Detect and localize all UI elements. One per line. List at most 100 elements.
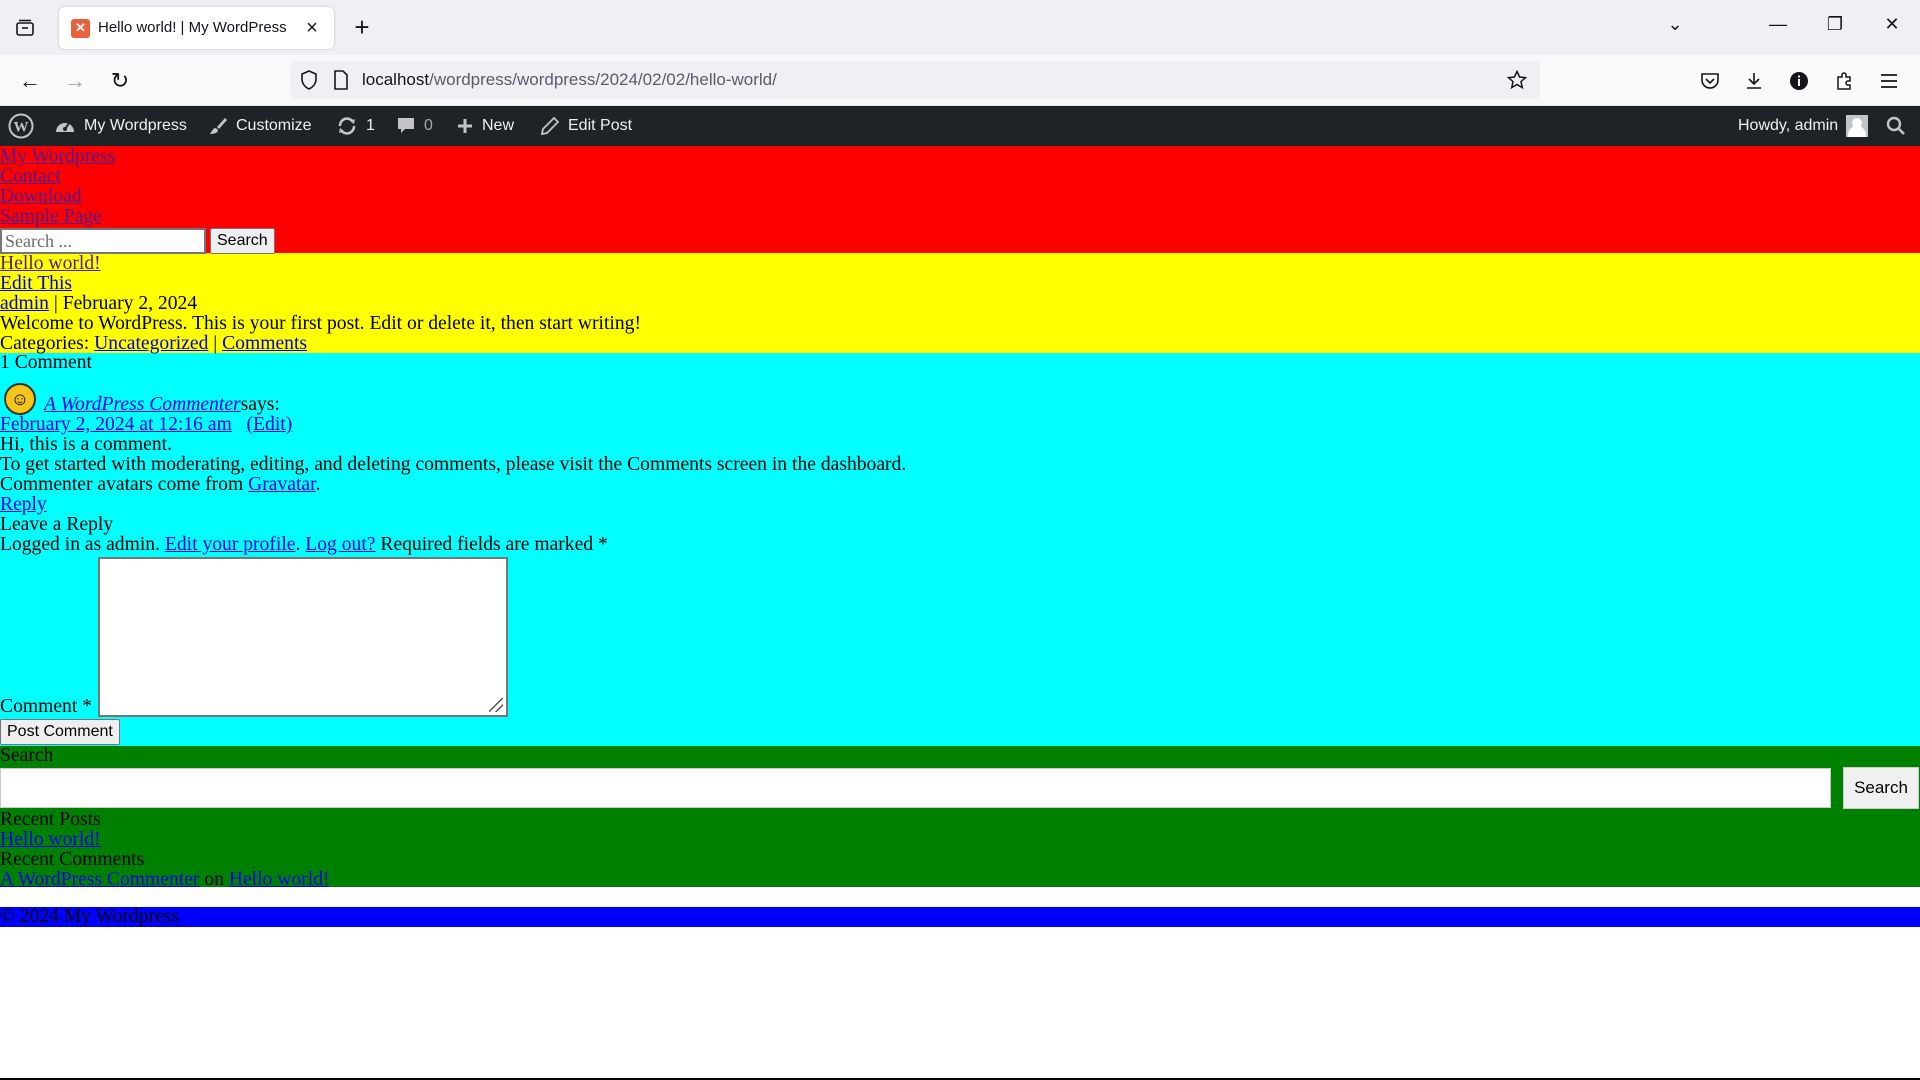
edit-profile-link[interactable]: Edit your profile bbox=[165, 534, 296, 555]
comment-label: Comment * bbox=[0, 696, 92, 717]
restore-icon[interactable]: ❐ bbox=[1820, 14, 1850, 34]
url-path: /wordpress/wordpress/2024/02/02/hello-wo… bbox=[429, 70, 777, 89]
categories-label: Categories: bbox=[0, 333, 95, 354]
recent-posts-title: Recent Posts bbox=[0, 809, 101, 830]
sidebar-search-input[interactable] bbox=[0, 768, 1831, 808]
resize-handle-icon[interactable] bbox=[488, 698, 503, 712]
active-tab[interactable]: ✕ Hello world! | My WordPress × bbox=[59, 7, 334, 49]
logged-in-prefix: Logged in as admin. bbox=[0, 534, 165, 555]
updates-icon bbox=[338, 117, 356, 135]
browser-nav-bar: ← → ↻ localhost/wordpress/wordpress/2024… bbox=[0, 55, 1920, 106]
url-bar[interactable]: localhost/wordpress/wordpress/2024/02/02… bbox=[290, 61, 1540, 99]
on-label: on bbox=[199, 869, 229, 890]
paintbrush-icon bbox=[210, 118, 227, 134]
new-content-menu[interactable]: New bbox=[456, 106, 514, 146]
wp-admin-bar: W My Wordpress Customize 1 0 New Edit Po… bbox=[0, 106, 1920, 146]
page-icon[interactable] bbox=[328, 67, 354, 93]
howdy-label: Howdy, admin bbox=[1738, 117, 1839, 134]
site-header: My Wordpress Contact Download Sample Pag… bbox=[0, 146, 1920, 254]
customize-link[interactable]: Customize bbox=[208, 106, 312, 146]
nav-link-contact[interactable]: Contact bbox=[0, 167, 1920, 187]
post-author-link[interactable]: admin bbox=[0, 293, 49, 314]
url-text[interactable]: localhost/wordpress/wordpress/2024/02/02… bbox=[362, 70, 777, 90]
post-categories: Categories: Uncategorized | Comments bbox=[0, 334, 1920, 354]
shield-icon[interactable] bbox=[296, 67, 322, 93]
nav-link-download[interactable]: Download bbox=[0, 187, 1920, 207]
account-menu[interactable]: Howdy, admin bbox=[1738, 106, 1869, 146]
download-icon[interactable] bbox=[1740, 67, 1768, 95]
edit-this-link[interactable]: Edit This bbox=[0, 274, 1920, 294]
header-search-form: Search ... Search bbox=[0, 228, 1920, 254]
updates-count: 1 bbox=[366, 117, 375, 134]
post-article: Hello world! Edit This admin | February … bbox=[0, 253, 1920, 354]
site-footer: © 2024 My Wordpress bbox=[0, 907, 1920, 927]
recent-comments-title: Recent Comments bbox=[0, 849, 145, 870]
site-name-menu[interactable]: My Wordpress bbox=[54, 106, 187, 146]
commenter-avatar: ☺ bbox=[4, 383, 36, 415]
comments-title: 1 Comment bbox=[0, 352, 92, 373]
info-icon[interactable] bbox=[1785, 67, 1813, 95]
post-title[interactable]: Hello world! bbox=[0, 254, 1920, 274]
comments-count: 0 bbox=[424, 117, 433, 134]
comment-date-link[interactable]: February 2, 2024 at 12:16 am bbox=[0, 414, 232, 435]
sidebar-search-button[interactable]: Search bbox=[1843, 767, 1919, 809]
updates-link[interactable]: 1 bbox=[336, 106, 375, 146]
log-out-link[interactable]: Log out? bbox=[305, 534, 375, 555]
post-date: | February 2, 2024 bbox=[48, 293, 198, 314]
sidebar-widgets: Search Search Recent Posts Hello world! … bbox=[0, 745, 1920, 890]
edit-post-label: Edit Post bbox=[568, 117, 633, 134]
new-label: New bbox=[482, 117, 515, 134]
sidebar-search-form: Search bbox=[0, 766, 1920, 810]
comment-author-link[interactable]: A WordPress Commenter bbox=[44, 395, 241, 415]
post-comment-button[interactable]: Post Comment bbox=[0, 719, 120, 745]
menu-icon[interactable] bbox=[1875, 67, 1903, 95]
category-link[interactable]: Uncategorized bbox=[94, 333, 208, 354]
new-tab-button[interactable]: + bbox=[348, 13, 376, 41]
reload-icon[interactable]: ↻ bbox=[105, 67, 135, 95]
pocket-icon[interactable] bbox=[1696, 67, 1724, 95]
header-search-input[interactable]: Search ... bbox=[0, 228, 206, 254]
bookmark-star-icon[interactable] bbox=[1504, 67, 1530, 93]
recent-comment-post-link[interactable]: Hello world! bbox=[229, 869, 330, 890]
url-host: localhost bbox=[362, 70, 430, 89]
svg-text:W: W bbox=[14, 120, 29, 136]
comment-meta: February 2, 2024 at 12:16 am (Edit) bbox=[0, 415, 1920, 435]
comment-text-2: To get started with moderating, editing,… bbox=[0, 454, 907, 475]
header-search-button[interactable]: Search bbox=[210, 228, 275, 254]
wordpress-logo-icon[interactable]: W bbox=[8, 106, 34, 146]
close-window-icon[interactable]: ✕ bbox=[1877, 14, 1907, 34]
tab-title: Hello world! | My WordPress bbox=[98, 19, 287, 36]
minimize-icon[interactable]: — bbox=[1763, 14, 1793, 34]
forward-icon[interactable]: → bbox=[60, 67, 90, 95]
comment-edit-link[interactable]: (Edit) bbox=[247, 414, 293, 435]
admin-search-icon[interactable] bbox=[1886, 106, 1906, 146]
recent-comment-author-link[interactable]: A WordPress Commenter bbox=[0, 869, 199, 890]
customize-label: Customize bbox=[236, 117, 312, 134]
edit-post-link[interactable]: Edit Post bbox=[540, 106, 632, 146]
dot-separator: . bbox=[295, 534, 306, 555]
dashboard-icon bbox=[56, 122, 74, 132]
gravatar-link[interactable]: Gravatar bbox=[248, 474, 315, 495]
post-meta: admin | February 2, 2024 bbox=[0, 294, 1920, 314]
list-all-tabs-icon[interactable]: ⌄ bbox=[1660, 14, 1690, 34]
nav-link-home[interactable]: My Wordpress bbox=[0, 147, 1920, 167]
sidebar-search-label: Search bbox=[0, 745, 54, 766]
extensions-icon[interactable] bbox=[1830, 67, 1858, 95]
back-icon[interactable]: ← bbox=[15, 67, 45, 95]
nav-link-sample-page[interactable]: Sample Page bbox=[0, 207, 1920, 227]
comments-link[interactable]: 0 bbox=[396, 106, 433, 146]
comment-author-row: ☺ A WordPress Commenter says: bbox=[0, 373, 1920, 415]
post-comment-row: Post Comment bbox=[0, 719, 1920, 745]
post-content: Welcome to WordPress. This is your first… bbox=[0, 313, 641, 334]
comment-text-3: Commenter avatars come from Gravatar. bbox=[0, 475, 1920, 495]
separator: | bbox=[208, 333, 223, 354]
close-tab-icon[interactable]: × bbox=[302, 18, 322, 38]
comments-anchor-link[interactable]: Comments bbox=[222, 333, 307, 354]
reply-link[interactable]: Reply bbox=[0, 495, 1920, 515]
logged-in-notice: Logged in as admin. Edit your profile. L… bbox=[0, 535, 1920, 555]
tab-list-icon[interactable] bbox=[10, 15, 40, 41]
comments-section: 1 Comment ☺ A WordPress Commenter says: … bbox=[0, 353, 1920, 746]
comment-textarea[interactable] bbox=[97, 557, 508, 717]
recent-post-link[interactable]: Hello world! bbox=[0, 830, 1920, 850]
